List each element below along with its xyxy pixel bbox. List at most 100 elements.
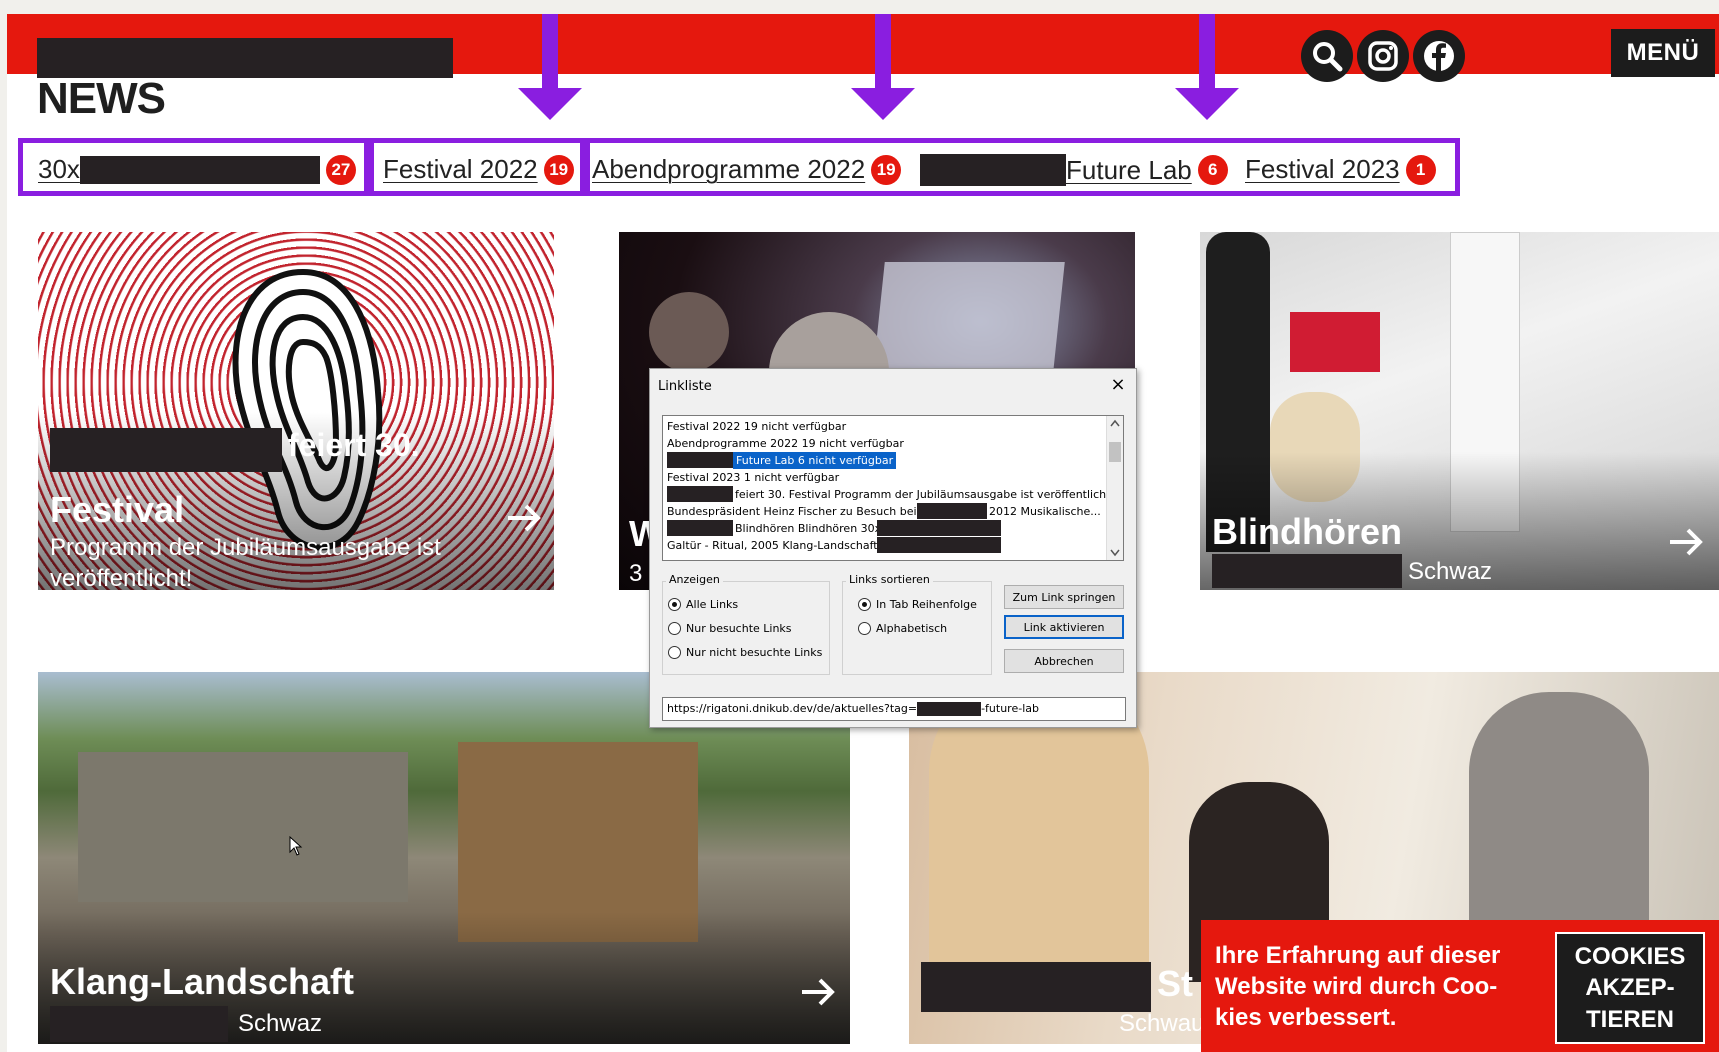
tag-label: Abendprogramme 2022 bbox=[592, 154, 866, 184]
card-subtitle: Schwaz bbox=[1408, 558, 1493, 585]
url-field[interactable]: https://rigatoni.dnikub.dev/de/aktuelles… bbox=[662, 697, 1126, 721]
radio-unvisited-links[interactable]: Nur nicht besuchte Links bbox=[668, 646, 822, 659]
list-item[interactable]: Festival 2023 1 nicht verfügbar bbox=[667, 469, 839, 486]
tag-festival-2022[interactable]: Festival 2022 19 bbox=[383, 154, 574, 185]
radio-visited-links[interactable]: Nur besuchte Links bbox=[668, 622, 792, 635]
scrollbar-thumb[interactable] bbox=[1109, 442, 1121, 462]
tag-abendprogramme-2022[interactable]: Abendprogramme 2022 19 bbox=[592, 154, 902, 185]
url-redacted bbox=[917, 702, 982, 716]
radio-dot bbox=[668, 622, 681, 635]
tag-count-badge: 1 bbox=[1405, 154, 1436, 185]
person-image bbox=[1469, 692, 1649, 952]
tag-count-badge: 27 bbox=[325, 154, 356, 185]
list-redacted bbox=[877, 520, 1001, 536]
list-redacted bbox=[667, 486, 733, 502]
list-item[interactable]: feiert 30. Festival Programm der Jubiläu… bbox=[735, 486, 1115, 503]
card-subtitle: Schwau bbox=[1119, 1010, 1205, 1037]
list-redacted bbox=[667, 452, 733, 468]
person-image bbox=[649, 292, 729, 372]
screen-image bbox=[873, 262, 1065, 372]
card-kicker: feiert 30. bbox=[288, 427, 420, 463]
button-label-line: TIEREN bbox=[1585, 1005, 1674, 1033]
wall-image bbox=[78, 752, 408, 902]
chevron-up-icon[interactable] bbox=[1110, 419, 1120, 427]
card-redacted bbox=[1212, 554, 1402, 588]
card-title: St bbox=[1157, 963, 1193, 1004]
radio-dot bbox=[858, 622, 871, 635]
cookie-text: Ihre Erfahrung auf dieser Website wird d… bbox=[1215, 942, 1501, 1032]
close-icon[interactable]: × bbox=[1108, 375, 1128, 395]
card-title: Klang-Landschaft bbox=[50, 961, 355, 1002]
radio-tab-order[interactable]: In Tab Reihenfolge bbox=[858, 598, 977, 611]
annotation-arrow bbox=[1175, 14, 1239, 122]
tag-30x[interactable]: 30x 27 bbox=[38, 154, 356, 185]
news-card-blindhoeren[interactable]: Blindhören Schwaz bbox=[1200, 232, 1719, 590]
button-label-line: COOKIES bbox=[1574, 943, 1686, 971]
group-label: Anzeigen bbox=[666, 573, 723, 586]
list-item[interactable]: Blindhören Blindhören 30x bbox=[735, 520, 881, 537]
cookie-banner: Ihre Erfahrung auf dieser Website wird d… bbox=[1201, 920, 1719, 1052]
tag-count-badge: 19 bbox=[543, 154, 574, 185]
menu-button[interactable]: MENÜ bbox=[1611, 29, 1715, 77]
annotation-divider bbox=[364, 138, 374, 196]
radio-dot bbox=[668, 598, 681, 611]
url-prefix: https://rigatoni.dnikub.dev/de/aktuelles… bbox=[667, 702, 918, 715]
annotation-divider bbox=[580, 138, 590, 196]
jump-to-link-button[interactable]: Zum Link springen bbox=[1004, 585, 1124, 609]
tag-label: Festival 2023 bbox=[1245, 154, 1400, 184]
website: NEWS MENÜ 30x 27 Festival 2022 19 Abendp… bbox=[7, 14, 1719, 1052]
link-list-dialog: Linkliste × Festival 2022 19 nicht verfü… bbox=[649, 368, 1137, 728]
radio-dot bbox=[668, 646, 681, 659]
list-item[interactable]: Galtür - Ritual, 2005 Klang-Landschaft 3… bbox=[667, 537, 902, 554]
radio-dot bbox=[858, 598, 871, 611]
tag-count-badge: 6 bbox=[1197, 155, 1228, 185]
list-item[interactable]: Bundespräsident Heinz Fischer zu Besuch … bbox=[667, 503, 917, 520]
card-title: Festival bbox=[50, 489, 185, 530]
search-button[interactable] bbox=[1301, 30, 1353, 82]
card-title: Blindhören bbox=[1212, 511, 1402, 552]
tag-label: Festival 2022 bbox=[383, 154, 538, 184]
accept-cookies-button[interactable]: COOKIES AKZEP- TIEREN bbox=[1555, 932, 1705, 1044]
list-redacted bbox=[917, 503, 987, 519]
radio-all-links[interactable]: Alle Links bbox=[668, 598, 738, 611]
logo-redacted bbox=[37, 38, 453, 78]
list-item-continued: 2012 Musikalische... bbox=[989, 505, 1101, 518]
browser-viewport: NEWS MENÜ 30x 27 Festival 2022 19 Abendp… bbox=[0, 0, 1719, 1052]
tag-count-badge: 19 bbox=[871, 154, 902, 185]
radio-label: Alphabetisch bbox=[876, 622, 948, 635]
card-subtitle: 3 bbox=[629, 560, 643, 587]
card-redacted bbox=[50, 428, 282, 472]
list-item[interactable]: Abendprogramme 2022 19 nicht verfügbar bbox=[667, 435, 904, 452]
radio-label: Nur besuchte Links bbox=[686, 622, 792, 635]
page-title: NEWS bbox=[37, 74, 166, 123]
chevron-down-icon[interactable] bbox=[1110, 549, 1120, 557]
instagram-button[interactable] bbox=[1357, 30, 1409, 82]
radio-alphabetical[interactable]: Alphabetisch bbox=[858, 622, 947, 635]
card-subtitle: Programm der Jubiläumsausgabe ist veröff… bbox=[50, 534, 441, 590]
list-redacted bbox=[877, 537, 1001, 553]
facebook-button[interactable] bbox=[1413, 30, 1465, 82]
cancel-button[interactable]: Abbrechen bbox=[1004, 649, 1124, 673]
link-listbox[interactable]: Festival 2022 19 nicht verfügbar Abendpr… bbox=[662, 415, 1124, 561]
list-item-selected[interactable]: Future Lab 6 nicht verfügbar bbox=[733, 452, 897, 469]
list-redacted bbox=[667, 520, 733, 536]
radio-label: In Tab Reihenfolge bbox=[876, 598, 977, 611]
mouse-cursor-icon bbox=[289, 836, 303, 856]
music-stand-image bbox=[1290, 312, 1380, 372]
tag-label: 30x bbox=[38, 154, 80, 184]
tag-label: Future Lab bbox=[1066, 154, 1192, 185]
button-label-line: AKZEP- bbox=[1585, 974, 1675, 1002]
scrollbar[interactable] bbox=[1106, 416, 1123, 560]
annotation-arrow bbox=[851, 14, 915, 124]
tag-future-lab[interactable]: Future Lab 6 bbox=[920, 154, 1228, 186]
dialog-title: Linkliste bbox=[658, 379, 712, 394]
news-card-festival[interactable]: feiert 30. Festival Programm der Jubiläu… bbox=[38, 232, 554, 590]
tag-festival-2023[interactable]: Festival 2023 1 bbox=[1245, 154, 1436, 185]
radio-label: Alle Links bbox=[686, 598, 739, 611]
card-subtitle: Schwaz bbox=[238, 1010, 323, 1037]
tag-redacted bbox=[79, 155, 320, 184]
list-item[interactable]: Festival 2022 19 nicht verfügbar bbox=[667, 418, 846, 435]
card-redacted bbox=[50, 1006, 228, 1042]
facebook-icon bbox=[1424, 41, 1454, 72]
activate-link-button[interactable]: Link aktivieren bbox=[1004, 615, 1124, 639]
